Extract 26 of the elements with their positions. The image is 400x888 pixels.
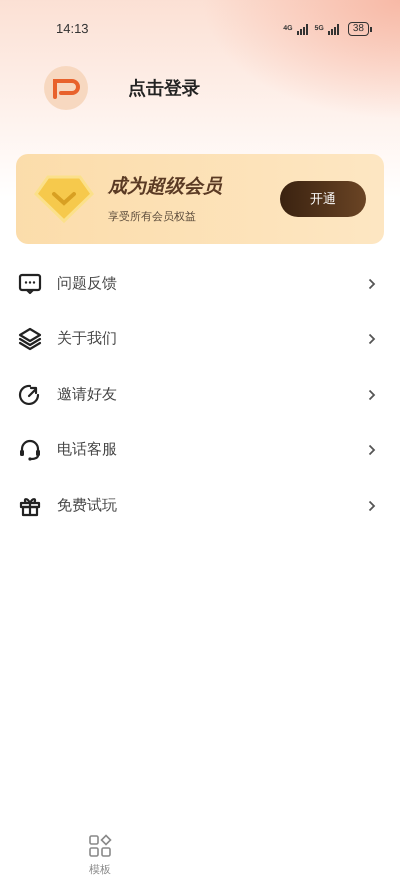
battery-level: 38 [348, 22, 369, 36]
diamond-icon [34, 174, 94, 224]
signal-icon [328, 24, 340, 34]
vip-subtitle: 享受所有会员权益 [108, 210, 197, 225]
signal-icon [296, 24, 309, 34]
headset-icon [18, 438, 42, 462]
chevron-right-icon [368, 444, 376, 456]
chevron-right-icon [368, 388, 376, 401]
activate-button[interactable]: 开通 [280, 181, 366, 217]
message-icon [18, 272, 42, 296]
menu-item[interactable]: 电话客服 [0, 422, 400, 478]
chevron-right-icon [368, 333, 376, 346]
status-time: 14:13 [56, 20, 89, 38]
share-arrow-icon [18, 382, 42, 407]
layers-icon [18, 327, 42, 352]
login-link[interactable]: 点击登录 [128, 74, 200, 102]
menu-item[interactable]: 邀请好友 [0, 367, 400, 422]
menu-item[interactable]: 问题反馈 [0, 256, 400, 312]
logo-icon [52, 77, 80, 99]
chevron-right-icon [368, 278, 376, 290]
menu-item[interactable]: 免费试玩 [0, 478, 400, 534]
chevron-right-icon [368, 500, 376, 512]
tab[interactable]: 模板 [84, 824, 116, 888]
vip-title: 成为超级会员 [108, 174, 222, 198]
grid-icon [88, 834, 112, 858]
menu-item[interactable]: 关于我们 [0, 312, 400, 367]
